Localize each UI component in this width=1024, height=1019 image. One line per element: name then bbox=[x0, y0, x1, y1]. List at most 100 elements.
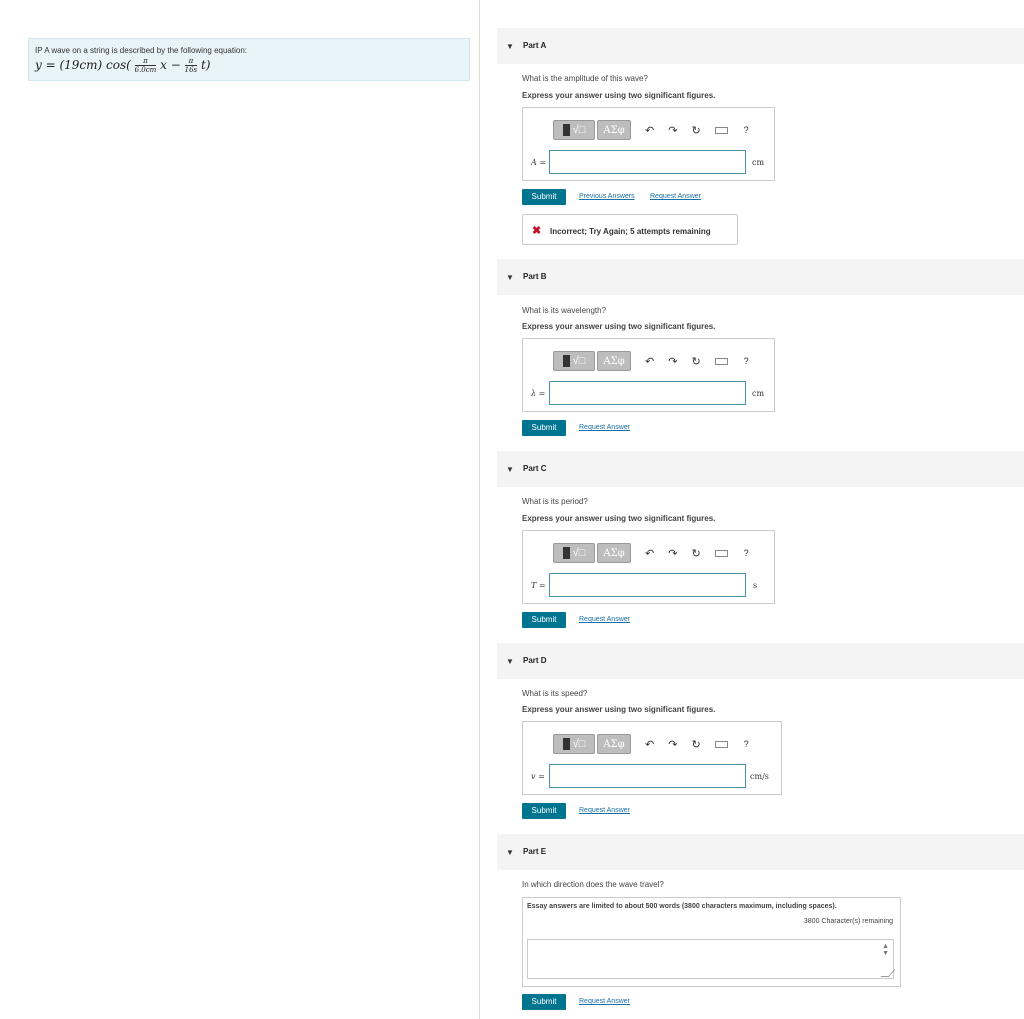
keyboard-icon[interactable] bbox=[714, 740, 728, 748]
part-d-answer-box: √□ AΣφ ↶ ↷ ↻ ? v = cm/s bbox=[522, 721, 782, 795]
part-c-request-answer-link[interactable]: Request Answer bbox=[579, 616, 630, 623]
redo-icon[interactable]: ↷ bbox=[668, 124, 677, 137]
part-b-answer-input[interactable] bbox=[549, 381, 746, 405]
part-e-essay-box: Essay answers are limited to about 500 w… bbox=[522, 897, 901, 987]
part-a-answer-box: √□ AΣφ ↶ ↷ ↻ ? A = cm bbox=[522, 107, 775, 181]
part-b-unit: cm bbox=[752, 389, 765, 398]
collapse-triangle-icon[interactable]: ▼ bbox=[506, 657, 514, 666]
frac-den: 6.0cm bbox=[134, 66, 157, 74]
templates-label: √□ bbox=[572, 547, 586, 559]
undo-icon[interactable]: ↶ bbox=[645, 355, 654, 368]
part-b-request-answer-link[interactable]: Request Answer bbox=[579, 424, 630, 431]
collapse-triangle-icon[interactable]: ▼ bbox=[506, 848, 514, 857]
redo-icon[interactable]: ↷ bbox=[668, 355, 677, 368]
previous-answers-link[interactable]: Previous Answers bbox=[579, 193, 635, 200]
part-c-answer-input[interactable] bbox=[549, 573, 746, 597]
reset-icon[interactable]: ↻ bbox=[691, 547, 700, 560]
templates-label: √□ bbox=[572, 738, 586, 750]
part-e-question: In which direction does the wave travel? bbox=[522, 880, 664, 889]
part-c-instruction: Express your answer using two significan… bbox=[522, 514, 716, 523]
part-a-unit: cm bbox=[752, 158, 765, 167]
part-a-feedback: ✖ Incorrect; Try Again; 5 attempts remai… bbox=[522, 214, 738, 245]
part-b-instruction: Express your answer using two significan… bbox=[522, 322, 716, 331]
part-d-request-answer-link[interactable]: Request Answer bbox=[579, 807, 630, 814]
templates-button[interactable]: √□ bbox=[553, 543, 595, 563]
part-e-header[interactable]: ▼ Part E bbox=[497, 834, 1024, 870]
template-block-icon bbox=[562, 547, 570, 559]
symbols-button[interactable]: AΣφ bbox=[597, 543, 631, 563]
part-d-header[interactable]: ▼ Part D bbox=[497, 643, 1024, 679]
part-b-variable: λ = bbox=[531, 389, 546, 398]
frac-num: π bbox=[134, 57, 157, 66]
math-toolbar: √□ AΣφ ↶ ↷ ↻ ? bbox=[553, 733, 749, 755]
templates-button[interactable]: √□ bbox=[553, 120, 595, 140]
wave-equation: y = (19cm) cos( π 6.0cm x − π 16s t) bbox=[35, 57, 463, 74]
collapse-triangle-icon[interactable]: ▼ bbox=[506, 42, 514, 51]
parts-panel: ▼ Part A What is the amplitude of this w… bbox=[480, 0, 1024, 1019]
part-c-question: What is its period? bbox=[522, 497, 588, 506]
part-d-unit: cm/s bbox=[750, 772, 769, 781]
resize-handle-icon[interactable] bbox=[880, 969, 896, 977]
part-a-instruction: Express your answer using two significan… bbox=[522, 91, 716, 100]
reset-icon[interactable]: ↻ bbox=[691, 355, 700, 368]
part-c-title: Part C bbox=[523, 464, 547, 473]
redo-icon[interactable]: ↷ bbox=[668, 738, 677, 751]
part-a-question: What is the amplitude of this wave? bbox=[522, 74, 648, 83]
help-button[interactable]: ? bbox=[744, 356, 749, 366]
templates-button[interactable]: √□ bbox=[553, 734, 595, 754]
templates-label: √□ bbox=[572, 355, 586, 367]
templates-button[interactable]: √□ bbox=[553, 351, 595, 371]
symbols-button[interactable]: AΣφ bbox=[597, 351, 631, 371]
math-toolbar: √□ AΣφ ↶ ↷ ↻ ? bbox=[553, 542, 749, 564]
spinner-icon[interactable]: ▲ ▼ bbox=[882, 943, 889, 957]
part-a-title: Part A bbox=[523, 41, 547, 50]
fraction-omega: π 16s bbox=[184, 57, 198, 74]
templates-label: √□ bbox=[572, 124, 586, 136]
part-a-answer-input[interactable] bbox=[549, 150, 746, 174]
part-d-answer-input[interactable] bbox=[549, 764, 746, 788]
part-c-answer-box: √□ AΣφ ↶ ↷ ↻ ? T = s bbox=[522, 530, 775, 604]
reset-icon[interactable]: ↻ bbox=[691, 124, 700, 137]
fraction-k: π 6.0cm bbox=[134, 57, 157, 74]
keyboard-icon[interactable] bbox=[714, 549, 728, 557]
part-a-submit-button[interactable]: Submit bbox=[522, 189, 566, 205]
math-toolbar: √□ AΣφ ↶ ↷ ↻ ? bbox=[553, 350, 749, 372]
collapse-triangle-icon[interactable]: ▼ bbox=[506, 273, 514, 282]
redo-icon[interactable]: ↷ bbox=[668, 547, 677, 560]
part-e-title: Part E bbox=[523, 847, 547, 856]
collapse-triangle-icon[interactable]: ▼ bbox=[506, 465, 514, 474]
part-d-variable: v = bbox=[531, 772, 545, 781]
part-b-submit-button[interactable]: Submit bbox=[522, 420, 566, 436]
eq-prefix: y = (19cm) cos( bbox=[35, 58, 131, 72]
part-e-request-answer-link[interactable]: Request Answer bbox=[579, 998, 630, 1005]
keyboard-icon[interactable] bbox=[714, 126, 728, 134]
problem-statement: IP A wave on a string is described by th… bbox=[28, 38, 470, 81]
undo-icon[interactable]: ↶ bbox=[645, 124, 654, 137]
part-a-header[interactable]: ▼ Part A bbox=[497, 28, 1024, 64]
part-b-title: Part B bbox=[523, 272, 547, 281]
keyboard-icon[interactable] bbox=[714, 357, 728, 365]
reset-icon[interactable]: ↻ bbox=[691, 738, 700, 751]
help-button[interactable]: ? bbox=[744, 548, 749, 558]
undo-icon[interactable]: ↶ bbox=[645, 738, 654, 751]
part-c-header[interactable]: ▼ Part C bbox=[497, 451, 1024, 487]
frac-den: 16s bbox=[184, 66, 198, 74]
help-button[interactable]: ? bbox=[744, 125, 749, 135]
eq-mid: x − bbox=[160, 58, 181, 72]
part-c-submit-button[interactable]: Submit bbox=[522, 612, 566, 628]
part-e-submit-button[interactable]: Submit bbox=[522, 994, 566, 1010]
symbols-button[interactable]: AΣφ bbox=[597, 120, 631, 140]
help-button[interactable]: ? bbox=[744, 739, 749, 749]
part-d-submit-button[interactable]: Submit bbox=[522, 803, 566, 819]
part-a-variable: A = bbox=[531, 158, 547, 167]
symbols-button[interactable]: AΣφ bbox=[597, 734, 631, 754]
part-a-request-answer-link[interactable]: Request Answer bbox=[650, 193, 701, 200]
part-c-variable: T = bbox=[531, 581, 546, 590]
characters-remaining: 3800 Character(s) remaining bbox=[803, 918, 893, 925]
template-block-icon bbox=[562, 124, 570, 136]
part-d-title: Part D bbox=[523, 656, 547, 665]
undo-icon[interactable]: ↶ bbox=[645, 547, 654, 560]
math-toolbar: √□ AΣφ ↶ ↷ ↻ ? bbox=[553, 119, 749, 141]
part-b-header[interactable]: ▼ Part B bbox=[497, 259, 1024, 295]
part-d-instruction: Express your answer using two significan… bbox=[522, 705, 716, 714]
